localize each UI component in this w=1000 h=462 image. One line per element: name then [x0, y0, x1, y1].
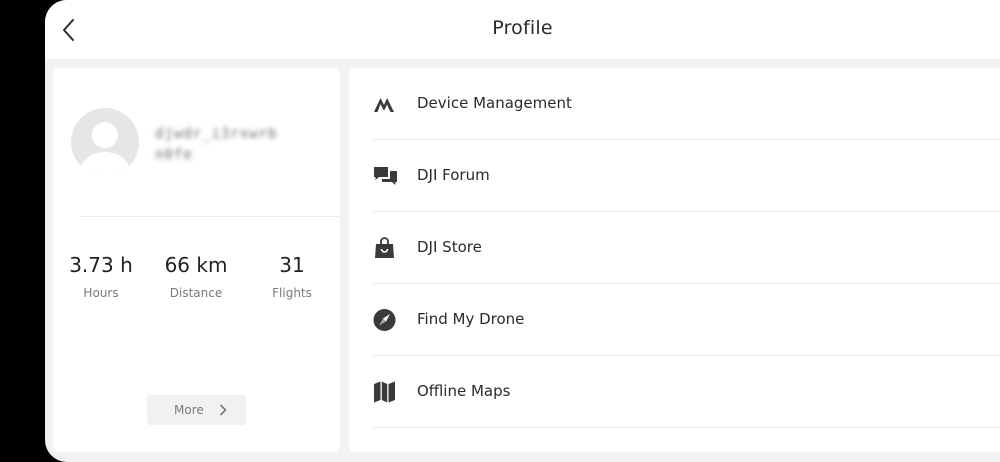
menu-item-label: Device Management [417, 94, 572, 112]
menu-item-label: DJI Forum [417, 166, 490, 184]
menu-item-find-my-drone[interactable]: Find My Drone [373, 284, 1000, 356]
more-label: More [174, 403, 204, 417]
stat-distance-label: Distance [169, 286, 223, 300]
stat-hours: 3.73 h Hours [56, 253, 146, 300]
header-bar: Profile [45, 0, 1000, 59]
chevron-right-icon [220, 404, 227, 416]
stat-flights-label: Flights [272, 286, 312, 300]
menu-item-dji-forum[interactable]: DJI Forum [373, 140, 1000, 212]
stat-distance: 66 km Distance [151, 253, 241, 300]
menu-item-label: Offline Maps [417, 382, 511, 400]
avatar[interactable] [71, 108, 139, 176]
stat-distance-value: 66 km [164, 253, 228, 277]
forum-chat-icon [374, 167, 397, 185]
compass-icon [373, 309, 396, 331]
stat-hours-label: Hours [83, 286, 119, 300]
divider [373, 427, 1000, 428]
device-management-icon [374, 98, 394, 112]
menu-item-label: Find My Drone [417, 310, 525, 328]
menu-card: Device Management DJI Forum DJI Store Fi… [349, 68, 1000, 452]
default-avatar-icon [79, 122, 131, 176]
profile-card: djwdr_i3rxwrb n0fe 3.73 h Hours 66 km Di… [53, 68, 340, 452]
divider [80, 216, 340, 217]
shopping-bag-icon [375, 237, 394, 258]
stat-flights-value: 31 [279, 253, 305, 277]
menu-item-offline-maps[interactable]: Offline Maps [373, 356, 1000, 428]
stat-hours-value: 3.73 h [69, 253, 133, 277]
menu-item-label: DJI Store [417, 238, 482, 256]
stat-flights: 31 Flights [247, 253, 337, 300]
map-icon [374, 381, 395, 403]
menu-item-device-management[interactable]: Device Management [373, 68, 1000, 140]
username: djwdr_i3rxwrb n0fe [155, 126, 278, 163]
more-button[interactable]: More [147, 395, 246, 425]
page-title: Profile [492, 17, 553, 39]
app-screen: Profile djwdr_i3rxwrb n0fe 3.73 h Hours … [45, 0, 1000, 462]
menu-item-dji-store[interactable]: DJI Store [373, 212, 1000, 284]
